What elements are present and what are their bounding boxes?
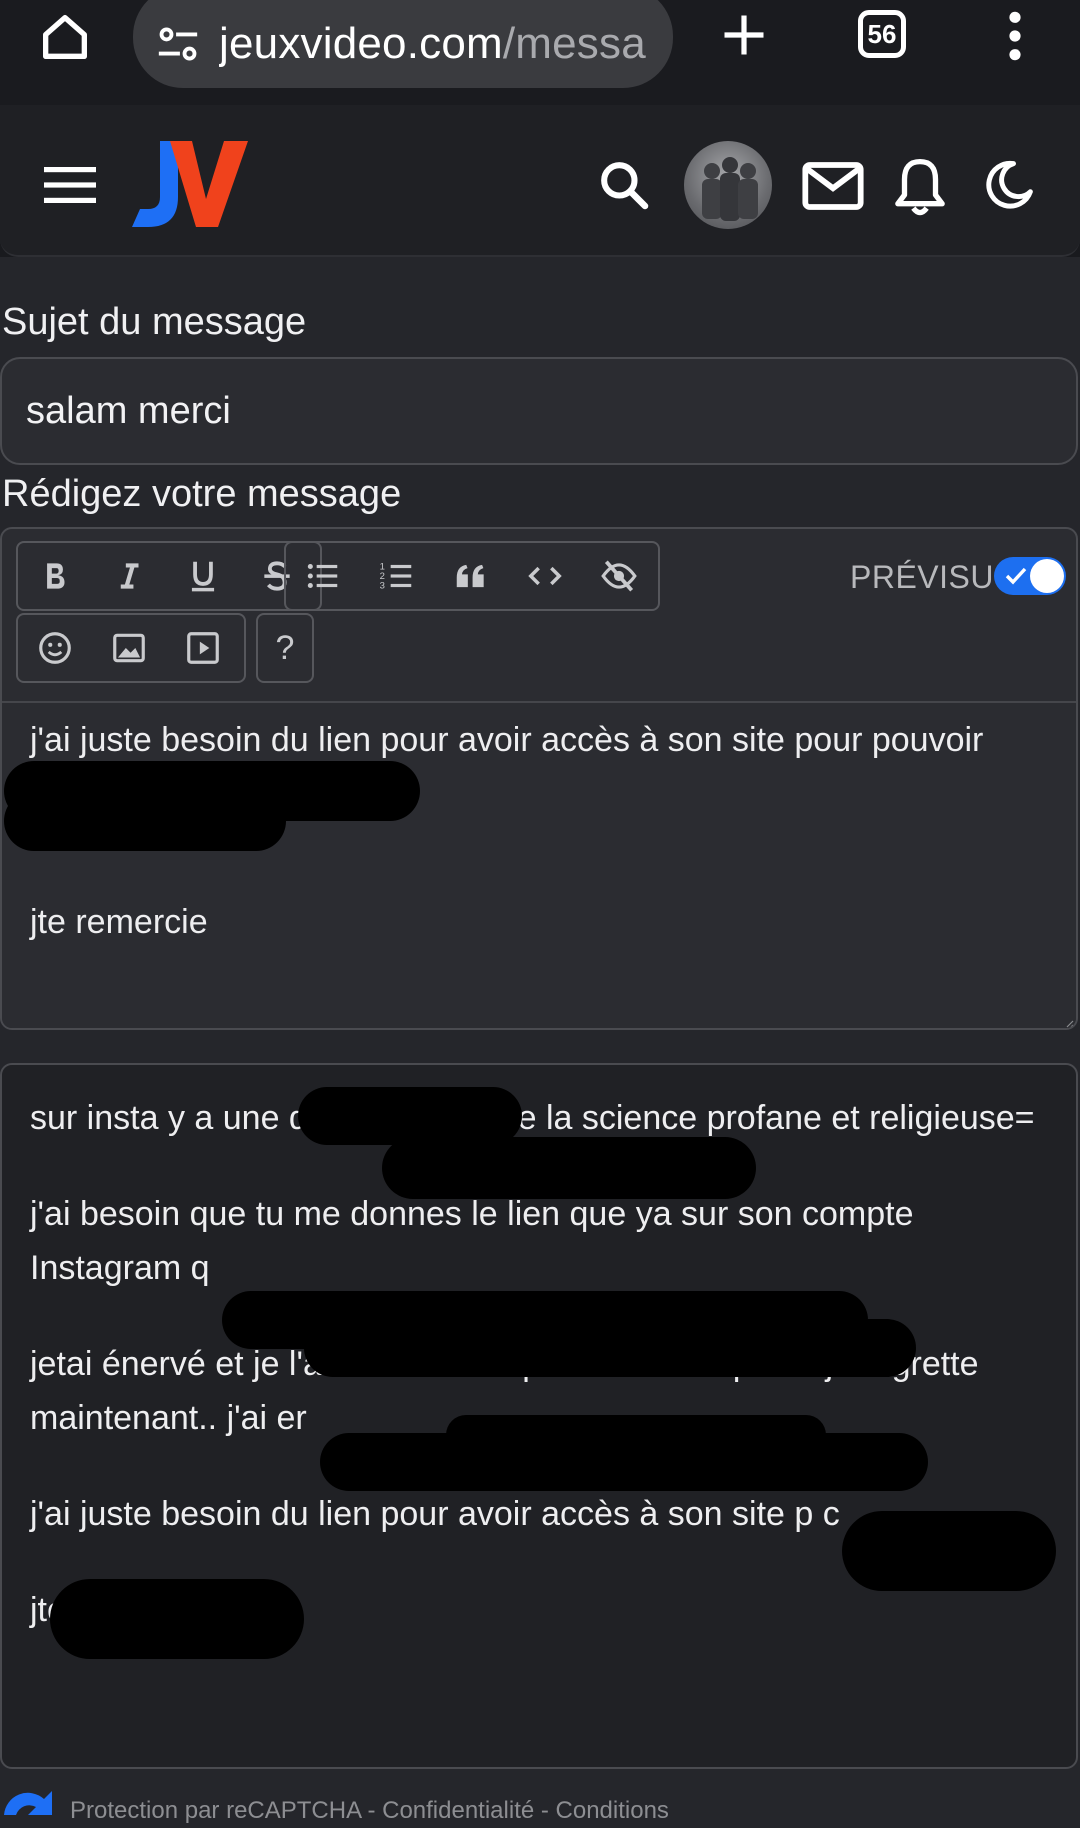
user-avatar[interactable] <box>684 141 772 229</box>
jv-logo[interactable] <box>132 141 250 231</box>
redaction-mark <box>842 1511 1056 1591</box>
quote-icon <box>456 564 484 588</box>
bullet-list-icon <box>307 563 338 589</box>
search-icon[interactable] <box>596 157 652 213</box>
svg-text:3: 3 <box>380 581 385 592</box>
redaction-mark <box>382 1137 756 1199</box>
redaction-mark <box>50 1579 304 1659</box>
italic-button[interactable] <box>92 543 166 609</box>
media-group <box>16 613 246 683</box>
editor-line: jte remercie <box>30 903 208 941</box>
message-textarea[interactable]: j'ai juste besoin du lien pour avoir acc… <box>2 701 1076 1028</box>
preview-toggle[interactable] <box>994 557 1066 595</box>
redaction-mark <box>304 1319 916 1377</box>
emoji-button[interactable] <box>18 615 92 681</box>
browser-toolbar: jeuxvideo.com/messa 56 <box>0 0 1080 105</box>
redaction-mark <box>4 791 286 851</box>
spoiler-button[interactable] <box>582 543 656 609</box>
code-icon <box>528 566 562 586</box>
bold-button[interactable] <box>18 543 92 609</box>
mail-icon[interactable] <box>802 161 864 211</box>
video-icon <box>187 632 219 664</box>
avatar-silhouettes <box>702 157 758 221</box>
message-form: Sujet du message salam merci Rédigez vot… <box>0 257 1080 1828</box>
preview-toggle-label: PRÉVISU <box>850 559 994 595</box>
url-path: /messa <box>502 19 646 68</box>
notification-bell-icon[interactable] <box>893 155 947 217</box>
smiley-icon <box>39 632 71 664</box>
site-settings-icon[interactable] <box>155 21 201 67</box>
toggle-knob <box>1030 559 1064 593</box>
message-preview: sur insta y a une diplômé qui relie la s… <box>0 1063 1078 1769</box>
more-options-icon[interactable] <box>1000 8 1030 64</box>
image-icon <box>113 633 145 663</box>
block-format-group: 123 <box>284 541 660 611</box>
video-button[interactable] <box>166 615 240 681</box>
help-group: ? <box>256 613 314 683</box>
address-bar[interactable]: jeuxvideo.com/messa <box>133 0 673 88</box>
italic-icon <box>120 563 139 589</box>
underline-button[interactable] <box>166 543 240 609</box>
hamburger-menu-icon[interactable] <box>44 165 96 205</box>
check-icon <box>1005 567 1027 585</box>
underline-icon <box>191 561 215 592</box>
bold-icon <box>47 563 65 589</box>
dark-mode-icon[interactable] <box>982 157 1036 213</box>
message-label: Rédigez votre message <box>2 473 402 515</box>
subject-label: Sujet du message <box>2 301 307 343</box>
site-header <box>0 105 1080 257</box>
numbered-list-button[interactable]: 123 <box>360 543 434 609</box>
recaptcha-text[interactable]: Protection par reCAPTCHA - Confidentiali… <box>70 1797 669 1825</box>
message-editor: 123 PRÉVISU ? j'ai juste besoin du lien … <box>0 527 1078 1030</box>
text-format-group <box>16 541 322 611</box>
recaptcha-notice: Protection par reCAPTCHA - Confidentiali… <box>0 1777 1080 1828</box>
url-host: jeuxvideo.com <box>219 19 503 68</box>
tab-switcher-button[interactable]: 56 <box>858 10 906 58</box>
url-text: jeuxvideo.com/messa <box>219 19 659 69</box>
numbered-list-icon: 123 <box>380 562 412 592</box>
home-icon[interactable] <box>36 8 94 66</box>
resize-handle-icon[interactable] <box>1064 1018 1074 1028</box>
subject-input[interactable]: salam merci <box>0 357 1078 465</box>
quote-button[interactable] <box>434 543 508 609</box>
preview-paragraph: j'ai besoin que tu me donnes le lien que… <box>30 1195 914 1287</box>
editor-line: j'ai juste besoin du lien pour avoir acc… <box>30 721 984 759</box>
eye-off-icon <box>601 560 637 592</box>
recaptcha-icon <box>4 1791 52 1815</box>
redaction-mark <box>446 1415 826 1455</box>
new-tab-icon[interactable] <box>718 6 770 64</box>
code-button[interactable] <box>508 543 582 609</box>
bullet-list-button[interactable] <box>286 543 360 609</box>
help-button[interactable]: ? <box>258 615 312 681</box>
image-button[interactable] <box>92 615 166 681</box>
